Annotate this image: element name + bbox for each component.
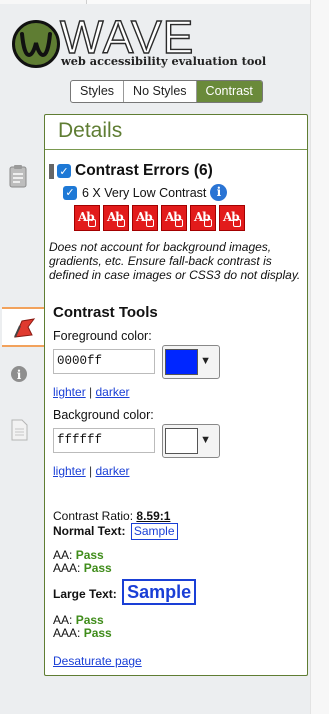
category-bar bbox=[49, 163, 54, 179]
right-gutter bbox=[310, 0, 329, 714]
clipboard-icon[interactable] bbox=[8, 164, 32, 188]
svg-text:i: i bbox=[17, 368, 22, 382]
desaturate-page-link[interactable]: Desaturate page bbox=[53, 654, 142, 668]
contrast-error-icon[interactable]: Ab bbox=[190, 205, 216, 231]
app-subtitle: web accessibility evaluation tool bbox=[61, 54, 267, 68]
foreground-lighter-link[interactable]: lighter bbox=[53, 385, 86, 399]
contrast-errors-checkbox[interactable]: ✓ bbox=[57, 164, 71, 178]
background-picker[interactable]: ▼ bbox=[162, 424, 220, 458]
normal-aa-row: AA: Pass bbox=[53, 548, 104, 562]
large-text-sample: Sample bbox=[122, 579, 197, 605]
contrast-error-icon[interactable]: Ab bbox=[103, 205, 129, 231]
background-label: Background color: bbox=[53, 408, 154, 422]
large-text-label: Large Text: bbox=[53, 587, 117, 601]
normal-text-row: Normal Text: Sample bbox=[53, 523, 178, 540]
error-icons: Ab Ab Ab Ab Ab Ab bbox=[74, 205, 248, 231]
panel-divider bbox=[45, 149, 307, 150]
link-separator: | bbox=[89, 464, 93, 478]
foreground-label: Foreground color: bbox=[53, 329, 152, 343]
info-icon[interactable]: i bbox=[210, 184, 228, 201]
tab-edge bbox=[86, 0, 329, 4]
foreground-darker-link[interactable]: darker bbox=[96, 385, 130, 399]
aa-label: AA: bbox=[53, 613, 73, 627]
details-panel: Details ✓ Contrast Errors (6) ✓ 6 X Very… bbox=[44, 114, 308, 676]
foreground-adjust-links: lighter | darker bbox=[53, 385, 130, 399]
contrast-error-icon[interactable]: Ab bbox=[219, 205, 245, 231]
background-adjust-links: lighter | darker bbox=[53, 464, 130, 478]
aa-result: Pass bbox=[75, 613, 104, 627]
large-aaa-row: AAA: Pass bbox=[53, 626, 112, 640]
contrast-button[interactable]: Contrast bbox=[196, 81, 262, 102]
link-separator: | bbox=[89, 385, 93, 399]
info-icon[interactable]: i bbox=[10, 365, 34, 389]
dropdown-arrow-icon: ▼ bbox=[200, 434, 211, 446]
document-icon[interactable] bbox=[10, 419, 34, 443]
background-lighter-link[interactable]: lighter bbox=[53, 464, 86, 478]
foreground-picker[interactable]: ▼ bbox=[162, 345, 220, 379]
aaa-label: AAA: bbox=[53, 626, 81, 640]
flag-icon bbox=[12, 317, 36, 344]
contrast-ratio-label: Contrast Ratio: bbox=[53, 509, 134, 523]
view-toggle-group: Styles No Styles Contrast bbox=[70, 80, 263, 103]
styles-button[interactable]: Styles bbox=[71, 81, 125, 102]
contrast-note: Does not account for background images, … bbox=[49, 240, 301, 282]
normal-aaa-row: AAA: Pass bbox=[53, 561, 112, 575]
contrast-tools-title: Contrast Tools bbox=[53, 304, 158, 321]
contrast-ratio: Contrast Ratio: 8.59:1 bbox=[53, 509, 170, 523]
normal-text-label: Normal Text: bbox=[53, 524, 126, 538]
foreground-swatch bbox=[165, 349, 198, 375]
normal-text-sample: Sample bbox=[130, 523, 178, 540]
background-swatch bbox=[165, 428, 198, 454]
wave-logo bbox=[12, 20, 60, 68]
foreground-input[interactable]: 0000ff bbox=[53, 349, 155, 374]
background-input[interactable]: ffffff bbox=[53, 428, 155, 453]
dropdown-arrow-icon: ▼ bbox=[200, 355, 211, 367]
very-low-contrast-checkbox[interactable]: ✓ bbox=[63, 185, 77, 200]
contrast-errors-title: Contrast Errors (6) bbox=[75, 162, 213, 179]
contrast-error-icon[interactable]: Ab bbox=[132, 205, 158, 231]
contrast-error-icon[interactable]: Ab bbox=[161, 205, 187, 231]
no-styles-button[interactable]: No Styles bbox=[124, 81, 197, 102]
contrast-errors-header: ✓ Contrast Errors (6) bbox=[49, 162, 213, 180]
very-low-contrast-item: ✓ 6 X Very Low Contrast i bbox=[63, 184, 228, 201]
large-text-row: Large Text: Sample bbox=[53, 579, 197, 605]
contrast-ratio-value: 8.59:1 bbox=[136, 509, 171, 523]
contrast-error-icon[interactable]: Ab bbox=[74, 205, 100, 231]
aaa-result: Pass bbox=[83, 561, 112, 575]
aaa-label: AAA: bbox=[53, 561, 81, 575]
large-aa-row: AA: Pass bbox=[53, 613, 104, 627]
sidebar-rail: i bbox=[0, 108, 58, 678]
panel-title: Details bbox=[58, 119, 123, 142]
aa-label: AA: bbox=[53, 548, 73, 562]
very-low-contrast-label: 6 X Very Low Contrast bbox=[82, 185, 207, 200]
background-darker-link[interactable]: darker bbox=[96, 464, 130, 478]
aa-result: Pass bbox=[75, 548, 104, 562]
window-top-edge bbox=[0, 0, 329, 4]
aaa-result: Pass bbox=[83, 626, 112, 640]
